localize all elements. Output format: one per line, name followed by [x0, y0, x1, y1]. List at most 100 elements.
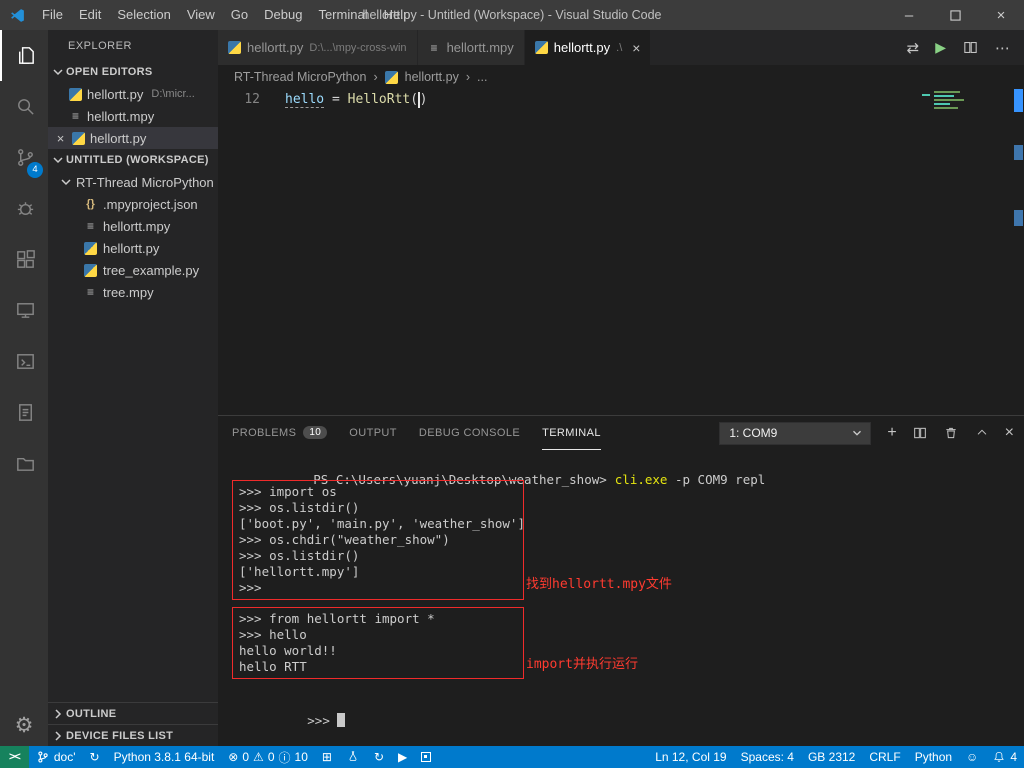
encoding-item[interactable]: GB 2312 [801, 746, 862, 768]
menu-selection[interactable]: Selection [109, 0, 178, 30]
workspace-label: UNTITLED (WORKSPACE) [66, 154, 209, 166]
tab-hellortt-mpy[interactable]: ≡ hellortt.mpy [418, 30, 525, 65]
more-actions-icon[interactable]: ⋯ [995, 39, 1010, 57]
smiley-icon: ☺ [966, 750, 978, 764]
indentation-item[interactable]: Spaces: 4 [734, 746, 801, 768]
file-path: D:\micr... [151, 88, 194, 100]
split-terminal-icon[interactable] [912, 425, 928, 441]
sidebar-title: EXPLORER [48, 30, 218, 61]
split-editor-icon[interactable] [962, 39, 979, 56]
line-number: 12 [218, 92, 260, 107]
menu-go[interactable]: Go [223, 0, 256, 30]
extensions-icon[interactable] [0, 234, 48, 285]
remote-indicator[interactable]: >< [0, 746, 29, 768]
mpy-build-item[interactable] [339, 746, 367, 768]
workspace-header[interactable]: UNTITLED (WORKSPACE) [48, 149, 218, 171]
mpy-download-item[interactable]: ⊞ [315, 746, 339, 768]
open-changes-icon[interactable]: ⇄ [907, 39, 920, 57]
tab-hellortt-py-external[interactable]: hellortt.py D:\...\mpy-cross-win [218, 30, 418, 65]
status-bar: >< doc' ↻ Python 3.8.1 64-bit ⊗ 0 ⚠ 0 ⓘ … [0, 746, 1024, 768]
tree-file[interactable]: ≡ hellortt.mpy [48, 215, 218, 237]
terminal-output[interactable]: PS C:\Users\yuanj\Desktop\weather_show>c… [218, 450, 1024, 746]
tree-file[interactable]: tree_example.py [48, 259, 218, 281]
search-icon[interactable] [0, 81, 48, 132]
tab-hellortt-py-active[interactable]: hellortt.py .\ × [525, 30, 652, 65]
breadcrumb-file[interactable]: hellortt.py [405, 70, 459, 84]
breadcrumb-folder[interactable]: RT-Thread MicroPython [234, 70, 366, 84]
minimap-mark [922, 94, 930, 96]
cursor-position-item[interactable]: Ln 12, Col 19 [648, 746, 733, 768]
open-editors-header[interactable]: OPEN EDITORS [48, 61, 218, 83]
python-file-icon [535, 41, 548, 54]
tab-output[interactable]: OUTPUT [349, 416, 397, 450]
repl-prompt-line: >>> [232, 697, 345, 745]
problems-summary-item[interactable]: ⊗ 0 ⚠ 0 ⓘ 10 [221, 746, 315, 768]
code-line-12: 12 hello = HelloRtt ( ) [218, 90, 1024, 109]
tree-folder-rtthread[interactable]: RT-Thread MicroPython [48, 171, 218, 193]
close-window-button[interactable]: × [978, 0, 1024, 30]
close-editor-icon[interactable]: × [54, 131, 67, 146]
stop-icon [421, 752, 431, 762]
outline-header[interactable]: OUTLINE [48, 702, 218, 724]
feedback-item[interactable]: ☺ [959, 746, 985, 768]
mpy-file-icon: ≡ [69, 109, 82, 123]
eol-item[interactable]: CRLF [862, 746, 907, 768]
editor-actions: ⇄ ▶ ⋯ [907, 30, 1024, 65]
minimap[interactable] [922, 91, 986, 127]
close-tab-icon[interactable]: × [632, 40, 640, 56]
breadcrumb-separator: › [466, 70, 470, 84]
run-python-file-icon[interactable]: ▶ [935, 39, 946, 56]
maximize-button[interactable] [932, 0, 978, 30]
close-panel-icon[interactable]: × [1005, 424, 1014, 442]
vscode-window: File Edit Selection View Go Debug Termin… [0, 0, 1024, 768]
debug-icon[interactable] [0, 183, 48, 234]
tree-file[interactable]: {} .mpyproject.json [48, 193, 218, 215]
explorer-icon[interactable] [0, 30, 48, 81]
kill-terminal-icon[interactable] [943, 425, 959, 441]
open-editor-item[interactable]: hellortt.py D:\micr... [48, 83, 218, 105]
sync-item[interactable]: ↻ [83, 746, 107, 768]
minimize-button[interactable]: – [886, 0, 932, 30]
scm-badge: 4 [27, 162, 43, 178]
file-name: hellortt.py [103, 241, 159, 256]
outline-label: OUTLINE [66, 708, 116, 720]
python-file-icon [84, 264, 97, 277]
settings-gear-icon[interactable]: ⚙ [0, 713, 48, 738]
language-mode-item[interactable]: Python [908, 746, 959, 768]
mpy-run-item[interactable]: ▶ [391, 746, 414, 768]
tab-terminal[interactable]: TERMINAL [542, 416, 601, 450]
source-control-icon[interactable]: 4 [0, 132, 48, 183]
new-terminal-icon[interactable]: + [887, 424, 896, 442]
remote-explorer-icon[interactable] [0, 285, 48, 336]
python-interpreter-item[interactable]: Python 3.8.1 64-bit [107, 746, 222, 768]
device-files-header[interactable]: DEVICE FILES LIST [48, 724, 218, 746]
terminal-picker[interactable]: 1: COM9 [719, 422, 871, 445]
breadcrumb-separator: › [373, 70, 377, 84]
open-editor-item[interactable]: ≡ hellortt.mpy [48, 105, 218, 127]
open-editor-item-active[interactable]: × hellortt.py [48, 127, 218, 149]
open-editors-label: OPEN EDITORS [66, 66, 153, 78]
terminal-box-icon[interactable] [0, 336, 48, 387]
tree-file[interactable]: ≡ tree.mpy [48, 281, 218, 303]
mpy-stop-item[interactable] [414, 746, 438, 768]
notes-icon[interactable] [0, 387, 48, 438]
tree-file[interactable]: hellortt.py [48, 237, 218, 259]
mpy-sync-item[interactable]: ↻ [367, 746, 391, 768]
minimap-mark [934, 99, 964, 101]
menu-edit[interactable]: Edit [71, 0, 109, 30]
menu-view[interactable]: View [179, 0, 223, 30]
overview-ruler-mark [1014, 145, 1023, 160]
code-token-callee: HelloRtt [348, 92, 411, 107]
maximize-panel-icon[interactable] [974, 425, 990, 441]
breadcrumb-symbol[interactable]: ... [477, 70, 487, 84]
code-editor[interactable]: 12 hello = HelloRtt ( ) [218, 89, 1024, 415]
folder-view-icon[interactable] [0, 438, 48, 489]
git-branch-item[interactable]: doc' [29, 746, 83, 768]
python-file-icon [385, 71, 398, 84]
menu-debug[interactable]: Debug [256, 0, 310, 30]
tab-problems[interactable]: PROBLEMS 10 [232, 416, 327, 450]
tab-debug-console[interactable]: DEBUG CONSOLE [419, 416, 520, 450]
encoding-label: GB 2312 [808, 750, 855, 764]
notifications-item[interactable]: 4 [985, 746, 1024, 768]
menu-file[interactable]: File [34, 0, 71, 30]
